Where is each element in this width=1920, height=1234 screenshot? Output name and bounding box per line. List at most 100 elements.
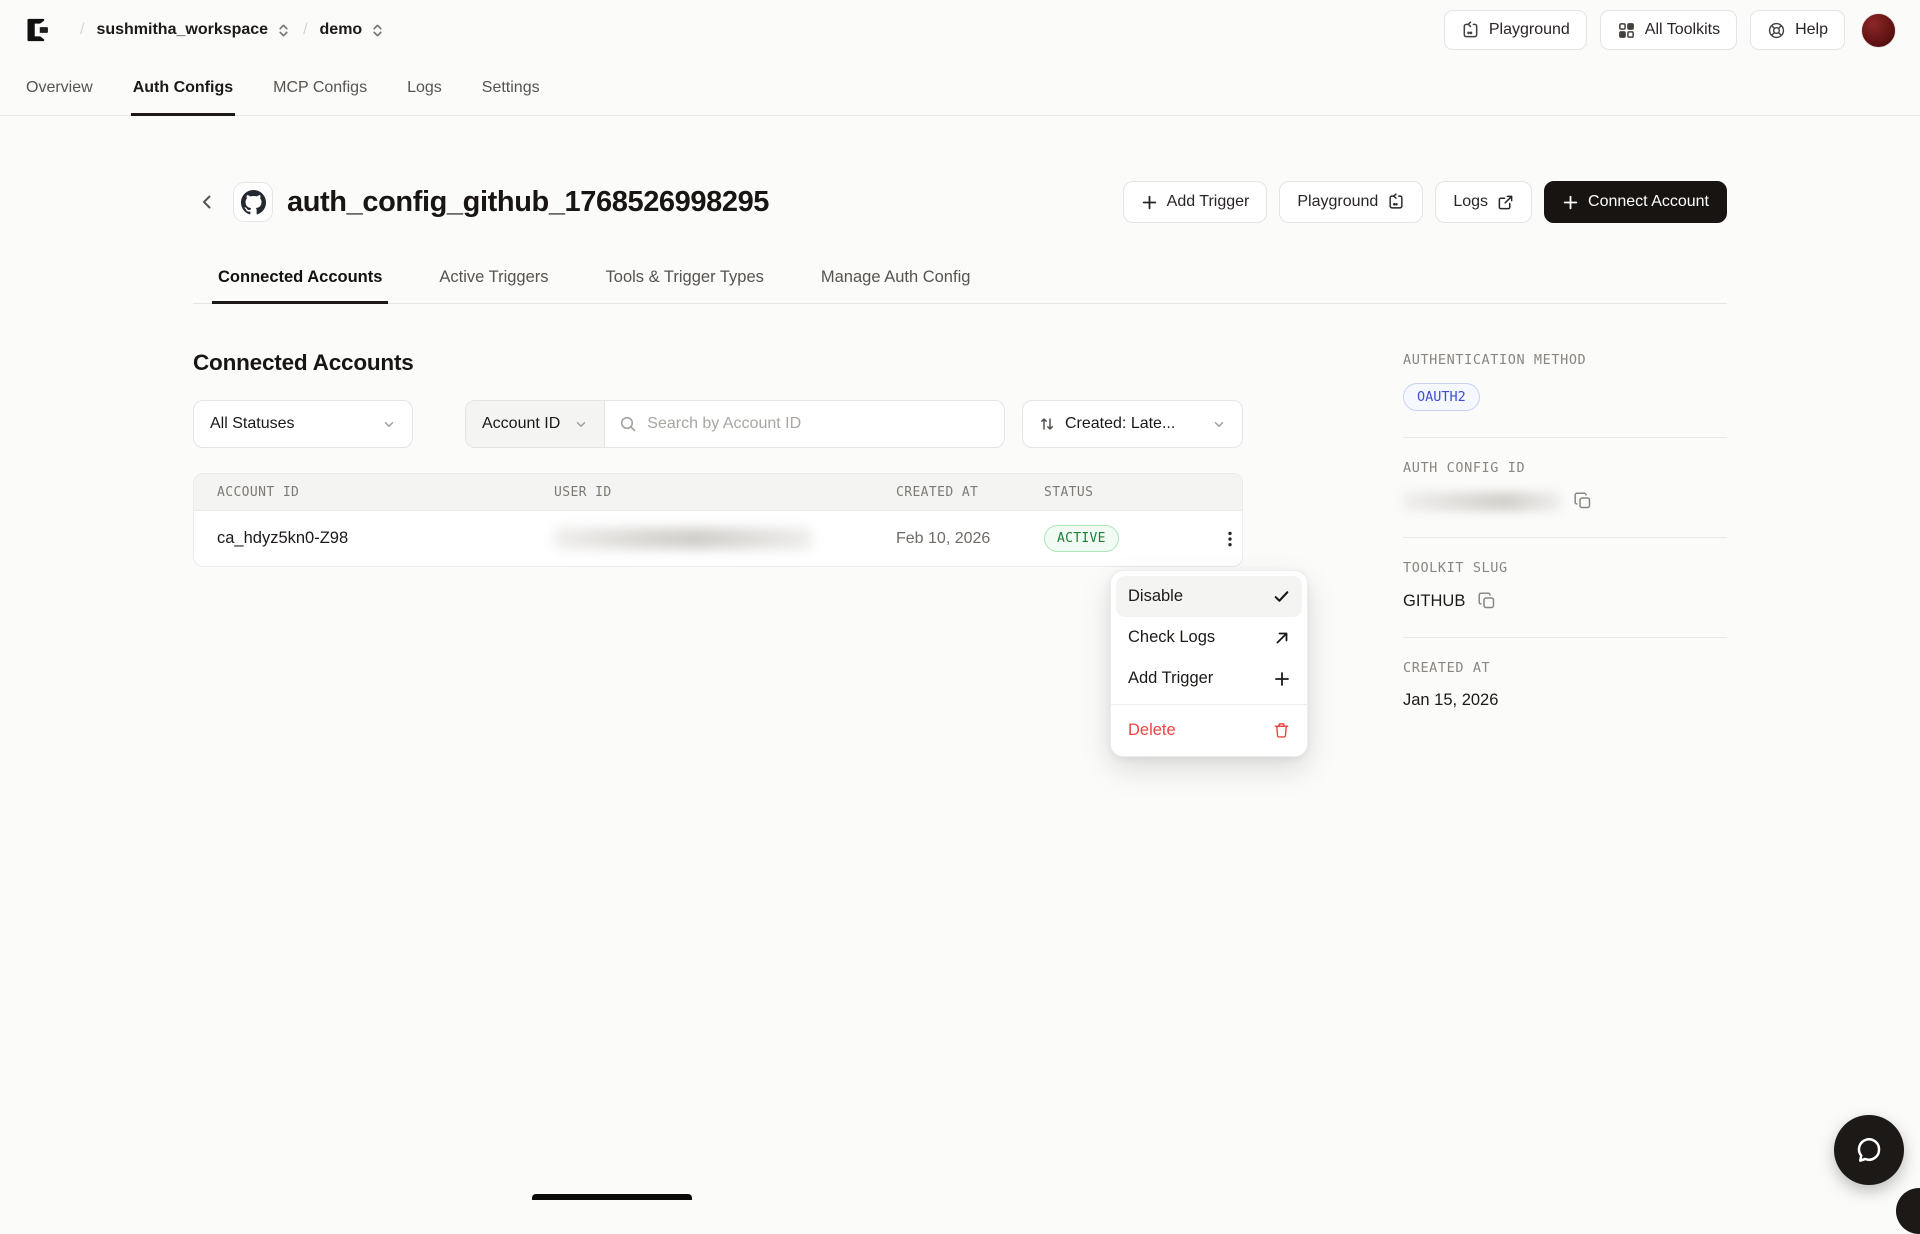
status-filter-select[interactable]: All Statuses bbox=[193, 400, 413, 448]
toolkit-slug-section: TOOLKIT SLUG GITHUB bbox=[1403, 560, 1727, 638]
redacted-user-id bbox=[554, 528, 812, 549]
details-panel: AUTHENTICATION METHOD OAUTH2 AUTH CONFIG… bbox=[1403, 350, 1727, 758]
auth-config-id-section: AUTH CONFIG ID bbox=[1403, 460, 1727, 538]
nav-tab-auth-configs[interactable]: Auth Configs bbox=[131, 60, 235, 115]
sort-select[interactable]: Created: Late... bbox=[1022, 400, 1243, 448]
trash-icon bbox=[1273, 722, 1290, 739]
chevrons-up-down-icon bbox=[370, 23, 385, 38]
sort-arrows-icon bbox=[1039, 416, 1055, 432]
lifebuoy-icon bbox=[1767, 21, 1786, 40]
chevrons-up-down-icon bbox=[276, 23, 291, 38]
search-input[interactable] bbox=[647, 415, 990, 433]
topbar: / sushmitha_workspace / demo Playground bbox=[0, 0, 1920, 60]
created-at-section: CREATED AT Jan 15, 2026 bbox=[1403, 660, 1727, 736]
check-icon bbox=[1273, 588, 1290, 605]
created-at-cell: Feb 10, 2026 bbox=[873, 530, 1021, 548]
status-cell: ACTIVE bbox=[1021, 525, 1201, 552]
grid-icon bbox=[1617, 21, 1636, 40]
connected-accounts-section: Connected Accounts All Statuses Account … bbox=[193, 350, 1243, 758]
plus-icon bbox=[1141, 194, 1158, 211]
nav-tab-overview[interactable]: Overview bbox=[24, 60, 95, 115]
search-icon bbox=[619, 415, 637, 433]
corner-widget bbox=[1896, 1188, 1920, 1234]
back-button[interactable] bbox=[193, 188, 221, 216]
menu-item-add-trigger[interactable]: Add Trigger bbox=[1116, 658, 1302, 699]
account-id-cell: ca_hdyz5kn0-Z98 bbox=[194, 529, 531, 548]
all-toolkits-button[interactable]: All Toolkits bbox=[1600, 10, 1737, 50]
toolkit-slug-label: TOOLKIT SLUG bbox=[1403, 560, 1727, 576]
menu-item-disable[interactable]: Disable bbox=[1116, 576, 1302, 617]
auth-method-section: AUTHENTICATION METHOD OAUTH2 bbox=[1403, 352, 1727, 438]
tab-connected-accounts[interactable]: Connected Accounts bbox=[218, 268, 382, 303]
help-button[interactable]: Help bbox=[1750, 10, 1845, 50]
copy-icon bbox=[1573, 491, 1593, 511]
col-account-id: ACCOUNT ID bbox=[194, 485, 531, 500]
auth-method-badge: OAUTH2 bbox=[1403, 383, 1480, 411]
toolkit-slug-value: GITHUB bbox=[1403, 592, 1465, 611]
row-context-menu: Disable Check Logs Add Trigger Delete bbox=[1110, 570, 1308, 757]
created-at-value: Jan 15, 2026 bbox=[1403, 691, 1498, 710]
user-avatar[interactable] bbox=[1861, 13, 1896, 48]
kebab-icon bbox=[1221, 530, 1239, 548]
col-user-id: USER ID bbox=[531, 485, 873, 500]
tab-active-triggers[interactable]: Active Triggers bbox=[439, 268, 548, 303]
tab-tools-trigger-types[interactable]: Tools & Trigger Types bbox=[606, 268, 764, 303]
chevron-down-icon bbox=[574, 417, 588, 431]
redacted-auth-config-id bbox=[1403, 492, 1561, 511]
add-trigger-button[interactable]: Add Trigger bbox=[1123, 181, 1268, 223]
logs-button[interactable]: Logs bbox=[1435, 181, 1532, 223]
tab-manage-auth-config[interactable]: Manage Auth Config bbox=[821, 268, 971, 303]
menu-divider bbox=[1111, 704, 1307, 705]
connect-account-button[interactable]: Connect Account bbox=[1544, 181, 1727, 223]
section-heading: Connected Accounts bbox=[193, 350, 1243, 376]
detail-tabs: Connected Accounts Active Triggers Tools… bbox=[193, 268, 1727, 304]
created-at-label: CREATED AT bbox=[1403, 660, 1727, 676]
page-title: auth_config_github_1768526998295 bbox=[287, 186, 769, 219]
accounts-table: ACCOUNT ID USER ID CREATED AT STATUS ca_… bbox=[193, 473, 1243, 567]
workspace-switcher[interactable]: sushmitha_workspace bbox=[96, 21, 291, 39]
plus-icon bbox=[1562, 194, 1579, 211]
breadcrumb-separator: / bbox=[303, 21, 307, 39]
table-header: ACCOUNT ID USER ID CREATED AT STATUS bbox=[194, 474, 1242, 511]
chat-widget-button[interactable] bbox=[1834, 1115, 1904, 1185]
search-group: Account ID bbox=[465, 400, 1005, 448]
page-header: auth_config_github_1768526998295 Add Tri… bbox=[193, 180, 1727, 224]
copy-toolkit-slug-button[interactable] bbox=[1477, 591, 1497, 611]
page-actions: Add Trigger Playground Logs bbox=[1123, 181, 1727, 223]
playground-icon bbox=[1387, 193, 1405, 211]
arrow-up-right-icon bbox=[1274, 630, 1290, 646]
page-content: auth_config_github_1768526998295 Add Tri… bbox=[0, 180, 1920, 758]
playground-button[interactable]: Playground bbox=[1444, 10, 1587, 50]
table-row[interactable]: ca_hdyz5kn0-Z98 Feb 10, 2026 ACTIVE bbox=[194, 511, 1242, 566]
copy-icon bbox=[1477, 591, 1497, 611]
composio-logo[interactable] bbox=[24, 16, 52, 44]
main-nav-tabs: Overview Auth Configs MCP Configs Logs S… bbox=[0, 60, 1920, 116]
menu-item-delete[interactable]: Delete bbox=[1116, 710, 1302, 751]
chevron-down-icon bbox=[1212, 417, 1226, 431]
auth-method-label: AUTHENTICATION METHOD bbox=[1403, 352, 1727, 368]
chevron-down-icon bbox=[382, 417, 396, 431]
home-indicator bbox=[532, 1194, 692, 1200]
plus-icon bbox=[1274, 671, 1290, 687]
external-link-icon bbox=[1497, 194, 1514, 211]
playground-action-button[interactable]: Playground bbox=[1279, 181, 1423, 223]
auth-config-id-label: AUTH CONFIG ID bbox=[1403, 460, 1727, 476]
menu-item-check-logs[interactable]: Check Logs bbox=[1116, 617, 1302, 658]
filters-row: All Statuses Account ID bbox=[193, 400, 1243, 448]
project-switcher[interactable]: demo bbox=[320, 21, 386, 39]
copy-auth-config-id-button[interactable] bbox=[1573, 491, 1593, 511]
playground-icon bbox=[1461, 21, 1480, 40]
row-menu-button[interactable] bbox=[1213, 522, 1243, 556]
nav-tab-mcp-configs[interactable]: MCP Configs bbox=[271, 60, 369, 115]
user-id-cell bbox=[531, 528, 873, 549]
workspace-name: sushmitha_workspace bbox=[96, 21, 268, 39]
search-field-select[interactable]: Account ID bbox=[466, 401, 605, 447]
project-name: demo bbox=[320, 21, 363, 39]
status-badge: ACTIVE bbox=[1044, 525, 1119, 552]
nav-tab-logs[interactable]: Logs bbox=[405, 60, 444, 115]
breadcrumb-separator: / bbox=[80, 21, 84, 39]
col-status: STATUS bbox=[1021, 485, 1201, 500]
github-icon bbox=[233, 182, 273, 222]
nav-tab-settings[interactable]: Settings bbox=[480, 60, 542, 115]
chevron-left-icon bbox=[197, 192, 217, 212]
